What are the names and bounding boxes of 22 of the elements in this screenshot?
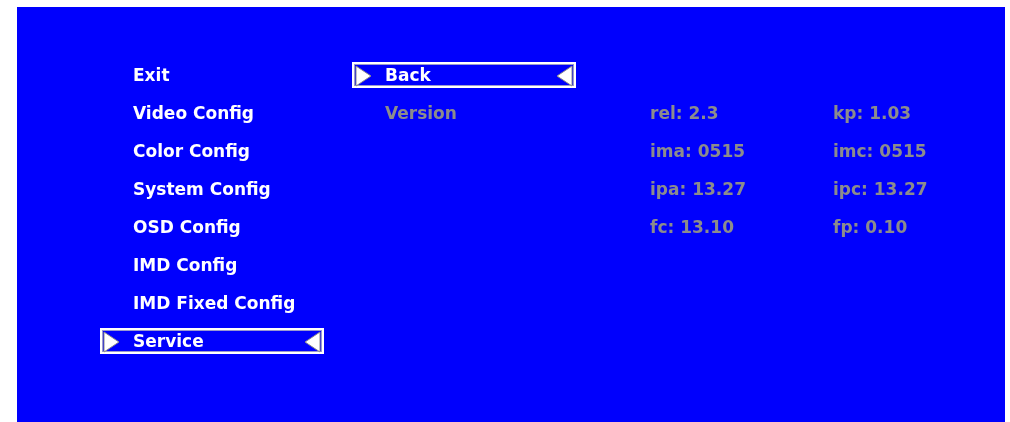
version-value: ipa: 13.27 <box>650 179 747 199</box>
menu-item[interactable]: IMD Fixed Config <box>100 290 324 316</box>
menu-item[interactable]: OSD Config <box>100 214 324 240</box>
version-label: Version <box>384 103 458 123</box>
version-value: ipc: 13.27 <box>833 179 929 199</box>
menu-item[interactable]: Exit <box>100 62 324 88</box>
menu-item[interactable]: Color Config <box>100 138 324 164</box>
version-value: kp: 1.03 <box>833 103 913 123</box>
menu-item[interactable]: System Config <box>100 176 324 202</box>
menu-item[interactable]: IMD Config <box>100 252 324 278</box>
right-arrow-icon <box>355 65 372 87</box>
version-value: ima: 0515 <box>650 141 747 161</box>
menu-item[interactable]: Service <box>100 328 324 354</box>
version-value: fp: 0.10 <box>833 217 909 237</box>
menu-item[interactable]: Video Config <box>100 100 324 126</box>
version-value: rel: 2.3 <box>650 103 720 123</box>
right-arrow-icon <box>103 331 120 353</box>
version-value: fc: 13.10 <box>650 217 735 237</box>
menu-item[interactable]: Back <box>352 62 576 88</box>
left-arrow-icon <box>556 65 573 87</box>
version-value: imc: 0515 <box>833 141 928 161</box>
left-arrow-icon <box>304 331 321 353</box>
